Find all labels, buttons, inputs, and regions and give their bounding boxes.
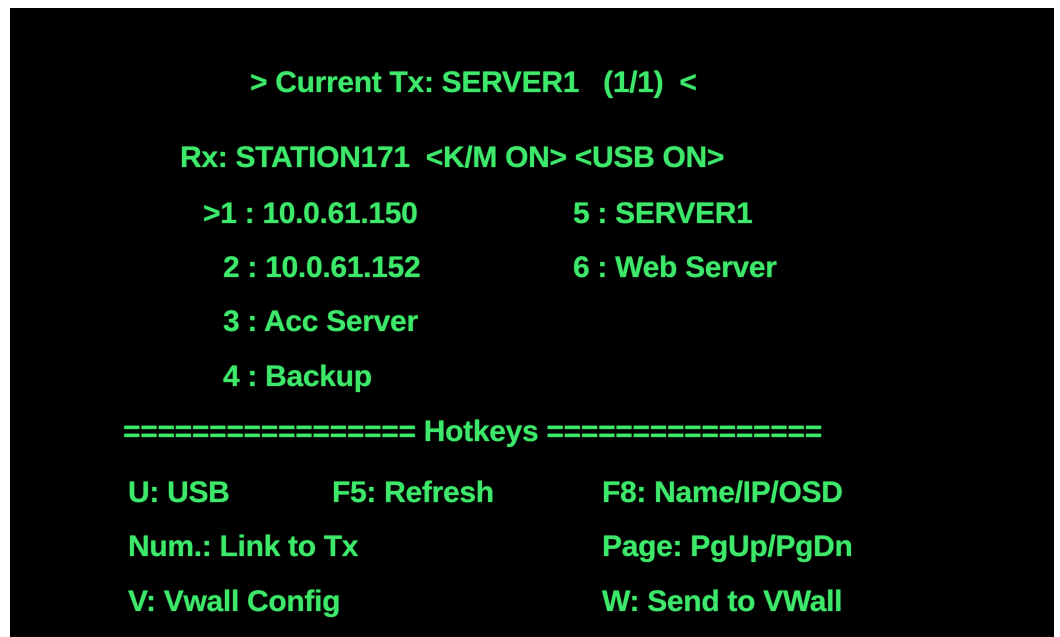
channel-item-1[interactable]: >1 : 10.0.61.150 xyxy=(203,197,418,231)
hotkey-page: Page: PgUp/PgDn xyxy=(602,530,853,563)
hotkey-usb: U: USB xyxy=(128,476,230,509)
channel-item-6[interactable]: 6 : Web Server xyxy=(573,251,777,285)
channel-item-3[interactable]: 3 : Acc Server xyxy=(223,305,418,339)
hotkeys-divider: ================= Hotkeys ==============… xyxy=(123,415,822,448)
hotkey-send-to-vwall: W: Send to VWall xyxy=(602,585,843,618)
rx-status-line: Rx: STATION171 <K/M ON> <USB ON> xyxy=(180,141,725,174)
hotkey-refresh: F5: Refresh xyxy=(332,476,494,509)
hotkey-link-to-tx: Num.: Link to Tx xyxy=(128,530,359,563)
hotkey-name-ip-osd: F8: Name/IP/OSD xyxy=(602,476,843,509)
osd-screen: > Current Tx: SERVER1 (1/1) < Rx: STATIO… xyxy=(10,8,1054,637)
current-tx-title: > Current Tx: SERVER1 (1/1) < xyxy=(250,66,697,99)
channel-item-5[interactable]: 5 : SERVER1 xyxy=(573,197,753,231)
channel-item-2[interactable]: 2 : 10.0.61.152 xyxy=(223,251,421,285)
monitor-frame: > Current Tx: SERVER1 (1/1) < Rx: STATIO… xyxy=(0,0,1060,637)
hotkey-vwall-config: V: Vwall Config xyxy=(128,585,341,618)
channel-item-4[interactable]: 4 : Backup xyxy=(223,360,372,394)
